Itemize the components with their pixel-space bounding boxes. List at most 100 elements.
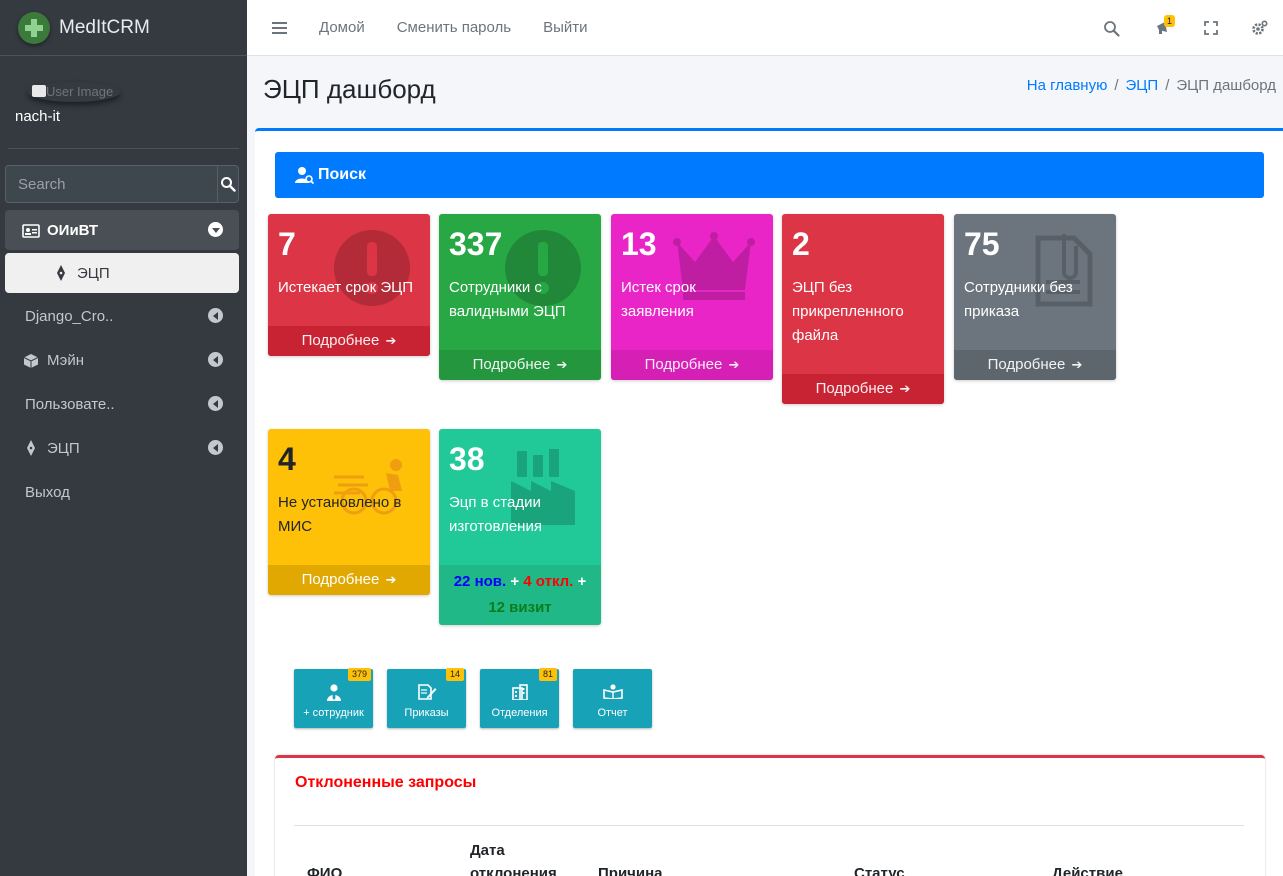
sidebar-item-oivt[interactable]: ОИиВТ	[5, 210, 239, 250]
stat-value: 13	[621, 226, 657, 262]
brand-link[interactable]: MedItCRM	[0, 0, 247, 56]
search-panel-toggle[interactable]: Поиск	[275, 152, 1264, 198]
stat-rejected-count[interactable]: 4 откл.	[523, 573, 573, 590]
stat-label: ЭЦП без прикрепленного файла	[792, 279, 904, 344]
stat-box-valid: 337 Сотрудники с валидными ЭЦП Подробнее…	[439, 214, 601, 380]
chevron-left-icon	[208, 396, 223, 411]
stat-value: 4	[278, 441, 296, 477]
gear-icon	[1251, 19, 1268, 35]
stat-value: 75	[964, 226, 1000, 262]
sidebar-item-ecp[interactable]: ЭЦП	[5, 428, 239, 469]
breadcrumb-home-link[interactable]: На главную	[1027, 77, 1108, 94]
building-icon	[480, 684, 559, 700]
search-input[interactable]	[5, 165, 217, 203]
sidebar-item-ecp-sub[interactable]: ЭЦП	[5, 253, 239, 293]
count-badge: 81	[538, 668, 557, 681]
notifications-button[interactable]: 1	[1139, 0, 1187, 56]
count-badge: 14	[445, 668, 464, 681]
user-panel: User Image nach-it	[8, 56, 239, 149]
search-icon	[221, 177, 236, 192]
stat-label: Не установлено в МИС	[278, 494, 402, 535]
sidebar: MedItCRM User Image nach-it ОИиВТ ЭЦП Dj…	[0, 0, 247, 876]
button-label: + сотрудник	[303, 707, 364, 719]
stat-value: 7	[278, 226, 296, 262]
sidebar-nav: ОИиВТ ЭЦП Django_Cro.. Мэйн Пользовате..	[5, 210, 239, 516]
more-info-link[interactable]: Подробнее ➔	[954, 350, 1116, 380]
nav-home-link[interactable]: Домой	[319, 19, 365, 36]
id-card-icon	[21, 223, 41, 238]
brand-logo-icon	[18, 11, 50, 44]
stat-value: 337	[449, 226, 503, 262]
brand-name: MedItCRM	[59, 16, 150, 38]
sidebar-item-django-cron[interactable]: Django_Cro..	[5, 296, 239, 337]
search-icon	[1103, 20, 1120, 37]
production-stats: 22 нов. + 4 откл. + 12 визит	[439, 565, 601, 625]
button-label: Отчет	[597, 707, 628, 719]
stat-box-no-order: 75 Сотрудники без приказа Подробнее ➔	[954, 214, 1116, 380]
search-panel-label: Поиск	[318, 166, 367, 183]
nav-logout-link[interactable]: Выйти	[543, 19, 587, 36]
breadcrumb-current: ЭЦП дашборд	[1176, 77, 1276, 94]
file-signature-icon	[387, 684, 466, 700]
stat-box-in-production: 38 Эцп в стадии изготовления 22 нов. + 4…	[439, 429, 601, 625]
column-header-name[interactable]: ФИО	[307, 862, 342, 876]
chevron-left-icon	[208, 440, 223, 455]
button-label: Приказы	[404, 707, 449, 719]
stat-value: 38	[449, 441, 485, 477]
more-info-link[interactable]: Подробнее ➔	[611, 350, 773, 380]
stat-box-no-file: 2 ЭЦП без прикрепленного файла Подробнее…	[782, 214, 944, 404]
sidebar-search	[5, 165, 239, 203]
arrow-right-icon: ➔	[1071, 357, 1083, 372]
sidebar-item-label: ОИиВТ	[47, 221, 99, 239]
more-info-link[interactable]: Подробнее ➔	[268, 326, 430, 356]
stat-new-count[interactable]: 22 нов.	[454, 573, 506, 590]
breadcrumb: На главную / ЭЦП / ЭЦП дашборд	[1026, 77, 1276, 94]
arrow-right-icon: ➔	[385, 572, 397, 587]
topbar: Домой Сменить пароль Выйти 1	[247, 0, 1283, 56]
arrow-right-icon: ➔	[728, 357, 740, 372]
search-button[interactable]	[217, 165, 239, 203]
more-info-link[interactable]: Подробнее ➔	[782, 374, 944, 404]
stat-label: Истек срок заявления	[621, 279, 696, 320]
more-info-link[interactable]: Подробнее ➔	[439, 350, 601, 380]
fullscreen-button[interactable]	[1187, 0, 1235, 56]
menu-toggle-icon[interactable]	[272, 21, 287, 34]
expand-icon	[1204, 21, 1218, 35]
divider	[294, 825, 1244, 826]
chevron-left-icon	[208, 308, 223, 323]
button-label: Отделения	[491, 707, 548, 719]
column-header-status[interactable]: Статус	[854, 862, 905, 876]
avatar[interactable]: User Image	[28, 82, 120, 102]
user-search-icon	[295, 166, 315, 184]
orders-button[interactable]: 14 Приказы	[387, 668, 466, 728]
sidebar-item-label: Мэйн	[47, 352, 84, 369]
stat-label: Сотрудники без приказа	[964, 279, 1073, 320]
page-title: ЭЦП дашборд	[263, 74, 436, 104]
add-employee-button[interactable]: 379 + сотрудник	[294, 668, 373, 728]
sidebar-item-users[interactable]: Пользовате..	[5, 384, 239, 425]
sidebar-item-logout[interactable]: Выход	[5, 472, 239, 513]
search-toggle-button[interactable]	[1083, 0, 1139, 56]
count-badge: 379	[347, 668, 371, 681]
pen-nib-icon	[51, 264, 71, 282]
chevron-down-icon	[208, 222, 223, 237]
column-header-action[interactable]: Действие	[1052, 862, 1123, 876]
chevron-left-icon	[208, 352, 223, 367]
rejected-requests-title: Отклоненные запросы	[295, 774, 477, 791]
departments-button[interactable]: 81 Отделения	[480, 668, 559, 728]
stat-visit-count[interactable]: 12 визит	[488, 599, 551, 616]
sidebar-item-main[interactable]: Мэйн	[5, 340, 239, 381]
cube-icon	[21, 353, 41, 369]
breadcrumb-section-link[interactable]: ЭЦП	[1126, 77, 1159, 94]
more-info-link[interactable]: Подробнее ➔	[268, 565, 430, 595]
nav-change-password-link[interactable]: Сменить пароль	[397, 19, 511, 36]
stat-box-not-installed: 4 Не установлено в МИС Подробнее ➔	[268, 429, 430, 595]
settings-button[interactable]	[1235, 0, 1283, 56]
column-header-reason[interactable]: Причина	[598, 862, 663, 876]
column-header-rejection-date[interactable]: Дата отклонения	[470, 839, 570, 876]
arrow-right-icon: ➔	[899, 381, 911, 396]
stat-box-application-expired: 13 Истек срок заявления Подробнее ➔	[611, 214, 773, 380]
user-name[interactable]: nach-it	[15, 108, 60, 125]
report-button[interactable]: Отчет	[573, 669, 652, 728]
stat-label: Эцп в стадии изготовления	[449, 494, 542, 535]
